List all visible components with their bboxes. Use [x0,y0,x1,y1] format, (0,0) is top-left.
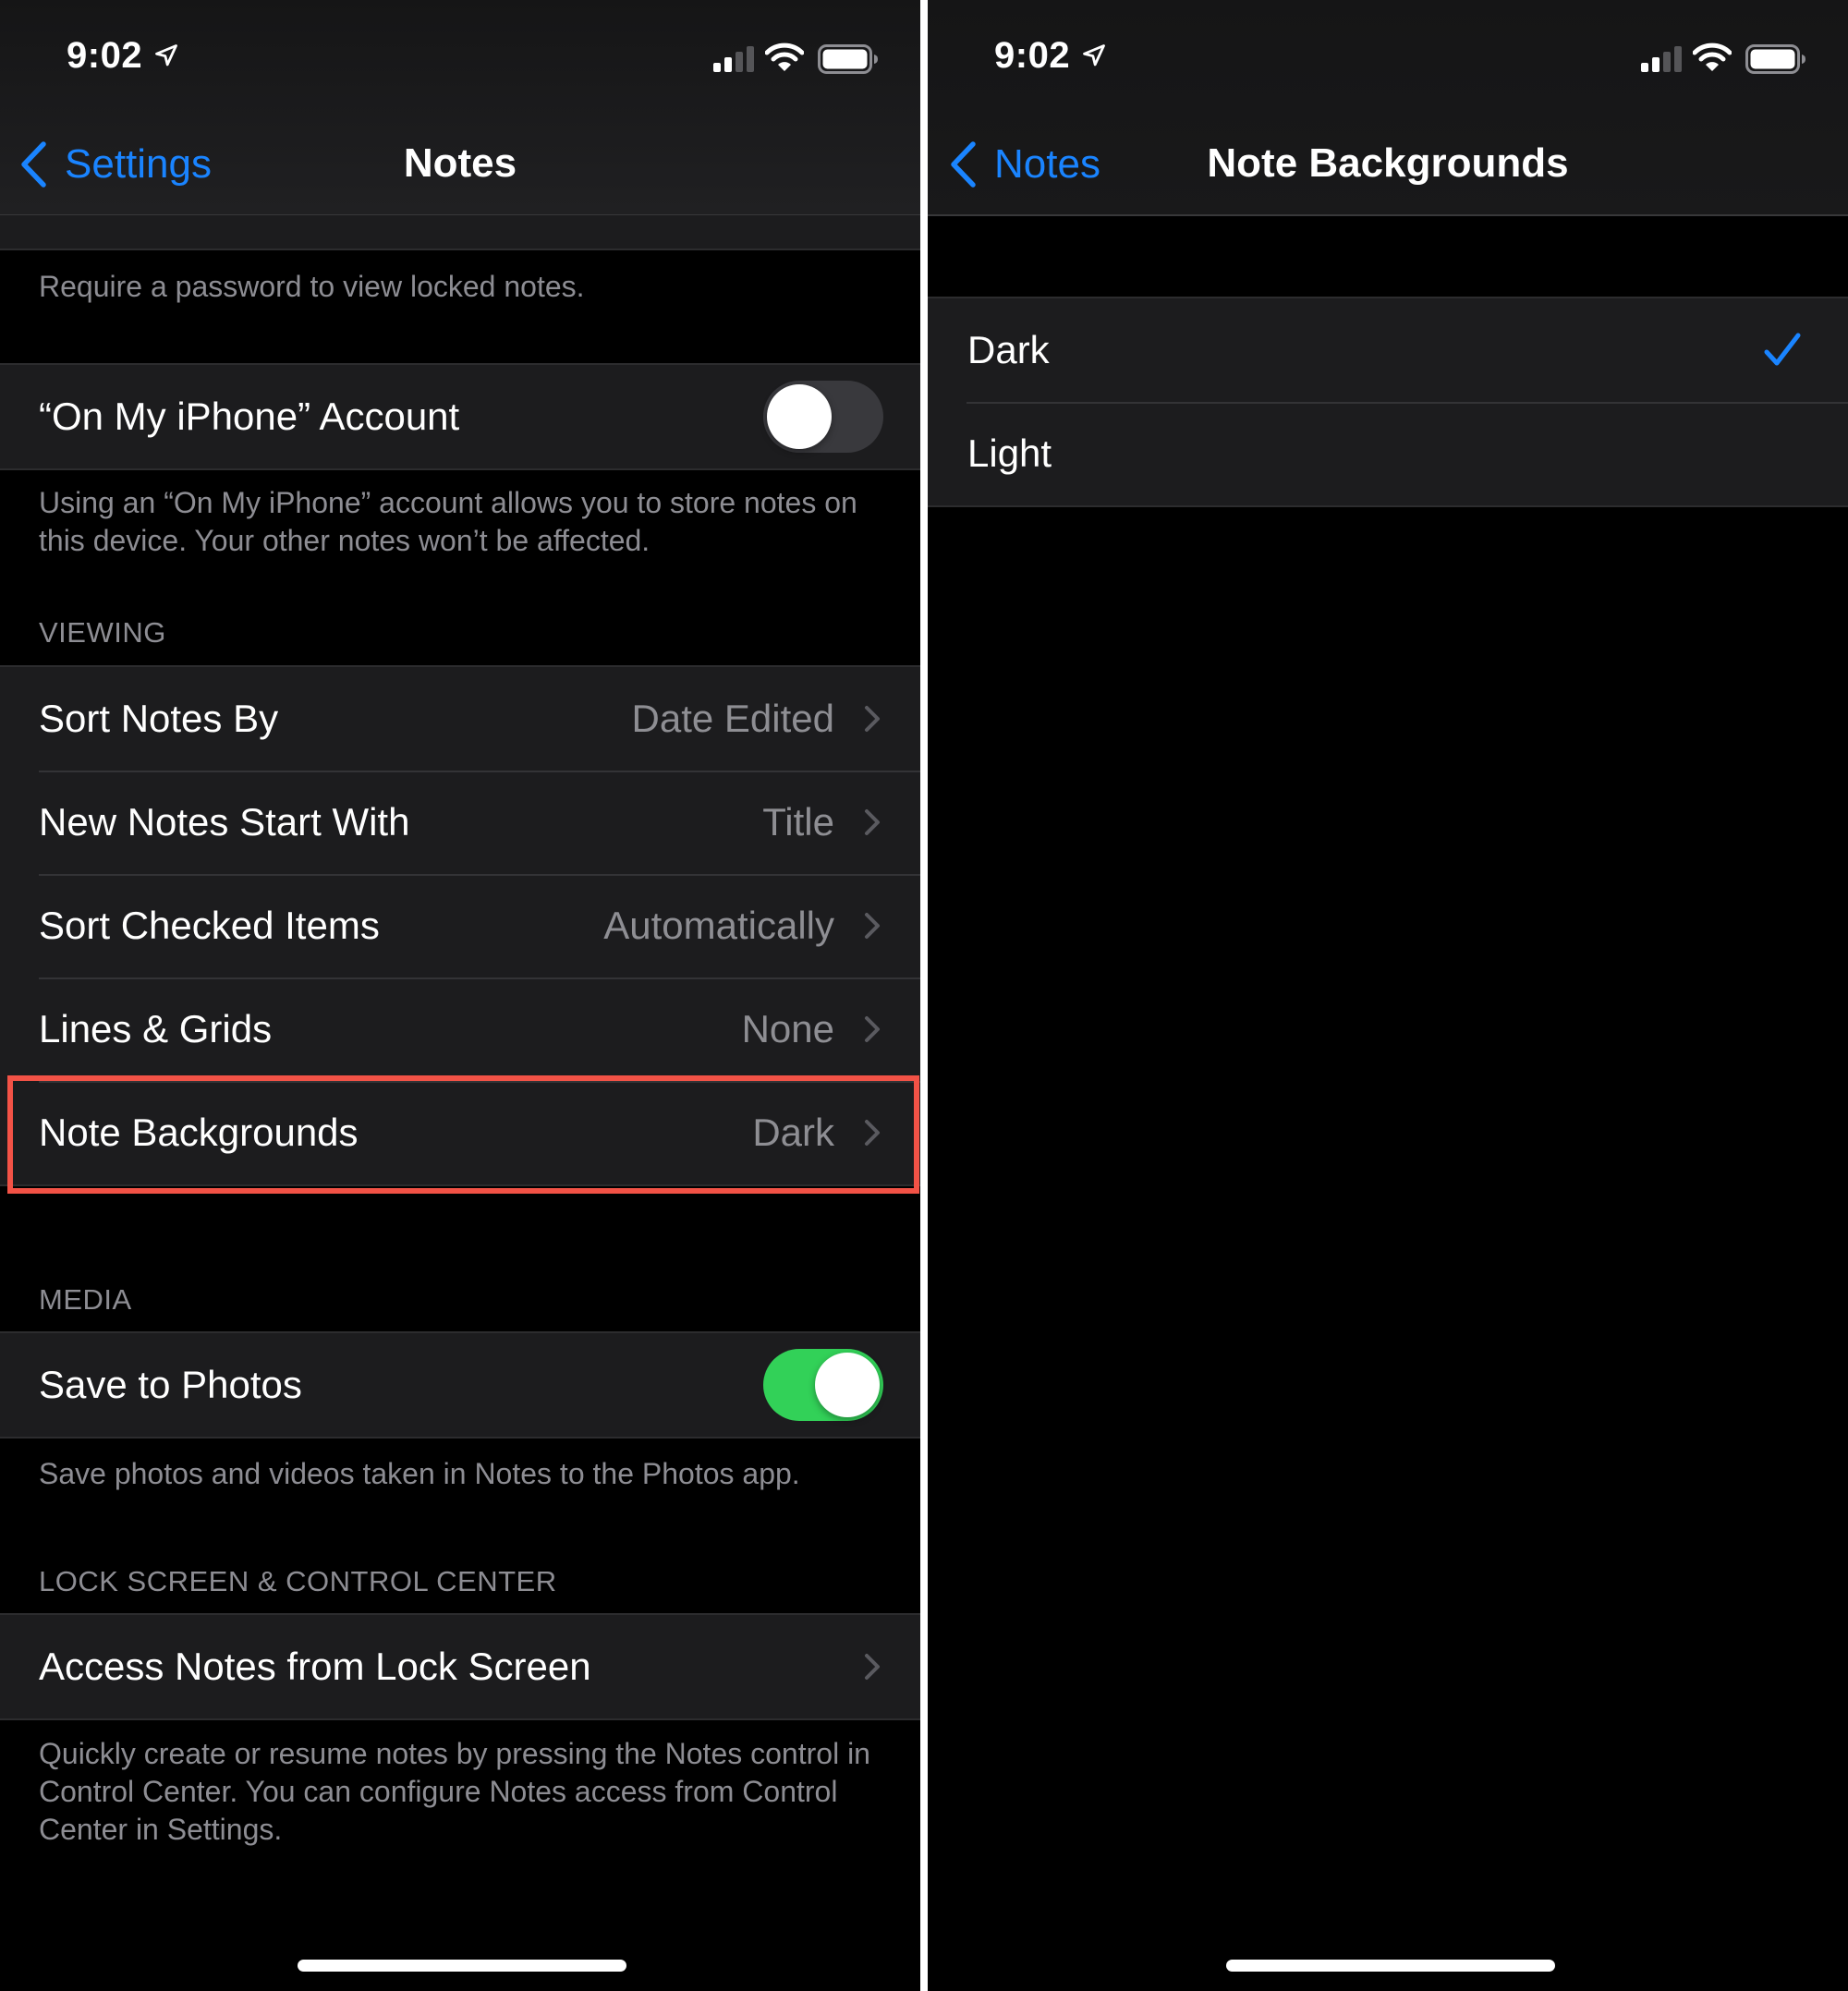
sort-checked-items-row[interactable]: Sort Checked Items Automatically [0,874,920,977]
save-to-photos-row: Save to Photos [0,1333,920,1437]
lock-screen-footer: Quickly create or resume notes by pressi… [39,1737,870,1846]
row-value: Title [762,800,834,844]
battery-full-icon [818,44,878,74]
chevron-right-icon [865,1120,880,1146]
on-my-iphone-row: “On My iPhone” Account [0,365,920,468]
chevron-right-icon [865,1654,880,1680]
row-label: Access Notes from Lock Screen [39,1645,591,1688]
on-my-iphone-group: “On My iPhone” Account [0,363,920,470]
row-label: Sort Notes By [39,697,279,740]
wifi-icon [1693,42,1732,71]
chevron-right-icon [865,706,880,732]
password-row-partial [0,215,920,250]
signal-strength-icon [1641,46,1682,72]
row-label: New Notes Start With [39,800,410,844]
option-label: Dark [967,328,1050,371]
screen-divider [920,0,928,1991]
chevron-right-icon [865,1016,880,1042]
page-title: Notes [403,140,517,186]
option-dark[interactable]: Dark [928,298,1848,402]
location-arrow-icon [1083,44,1105,67]
home-indicator[interactable] [298,1960,626,1972]
note-backgrounds-row[interactable]: Note Backgrounds Dark [0,1081,920,1184]
new-notes-start-with-row[interactable]: New Notes Start With Title [0,771,920,874]
password-footer: Require a password to view locked notes. [39,270,585,303]
notes-settings-screen: 9:02 Settings Notes Require a password t… [0,0,920,1991]
on-my-iphone-label: “On My iPhone” Account [39,395,460,438]
lock-screen-group: Access Notes from Lock Screen [0,1613,920,1720]
on-my-iphone-toggle[interactable] [763,381,883,453]
checkmark-icon [1764,333,1801,366]
row-label: Note Backgrounds [39,1111,359,1154]
toggle-knob [815,1353,880,1417]
row-value: None [741,1007,834,1050]
viewing-group: Sort Notes By Date Edited New Notes Star… [0,665,920,1186]
status-time: 9:02 [994,35,1071,76]
lines-and-grids-row[interactable]: Lines & Grids None [0,977,920,1081]
sort-notes-by-row[interactable]: Sort Notes By Date Edited [0,667,920,771]
row-label: Sort Checked Items [39,904,380,947]
toggle-knob [767,384,832,449]
location-arrow-icon [155,44,177,67]
chevron-right-icon [865,809,880,835]
navigation-bar: 9:02 Settings Notes [0,0,920,216]
option-label: Light [967,431,1052,475]
section-header-media: MEDIA [39,1283,132,1316]
section-header-viewing: VIEWING [39,616,166,649]
section-header-lock-screen: LOCK SCREEN & CONTROL CENTER [39,1565,557,1597]
row-label: Lines & Grids [39,1007,273,1050]
background-options-group: Dark Light [928,297,1848,507]
home-indicator[interactable] [1226,1960,1555,1972]
option-light[interactable]: Light [928,402,1848,505]
battery-full-icon [1745,44,1805,74]
wifi-icon [765,42,804,71]
media-group: Save to Photos [0,1331,920,1439]
save-to-photos-footer: Save photos and videos taken in Notes to… [39,1457,800,1490]
row-value: Date Edited [631,697,834,740]
row-value: Automatically [603,904,834,947]
row-value: Dark [752,1111,834,1154]
chevron-right-icon [865,913,880,939]
access-notes-lock-screen-row[interactable]: Access Notes from Lock Screen [0,1615,920,1718]
signal-strength-icon [713,46,754,72]
on-my-iphone-footer: Using an “On My iPhone” account allows y… [39,486,857,557]
page-title: Note Backgrounds [1207,140,1569,186]
save-to-photos-toggle[interactable] [763,1349,883,1421]
save-to-photos-label: Save to Photos [39,1363,302,1406]
status-time: 9:02 [67,35,143,76]
navigation-bar: 9:02 Notes Note Backgrounds [928,0,1848,216]
note-backgrounds-screen: 9:02 Notes Note Backgrounds Dark Light [928,0,1848,1991]
